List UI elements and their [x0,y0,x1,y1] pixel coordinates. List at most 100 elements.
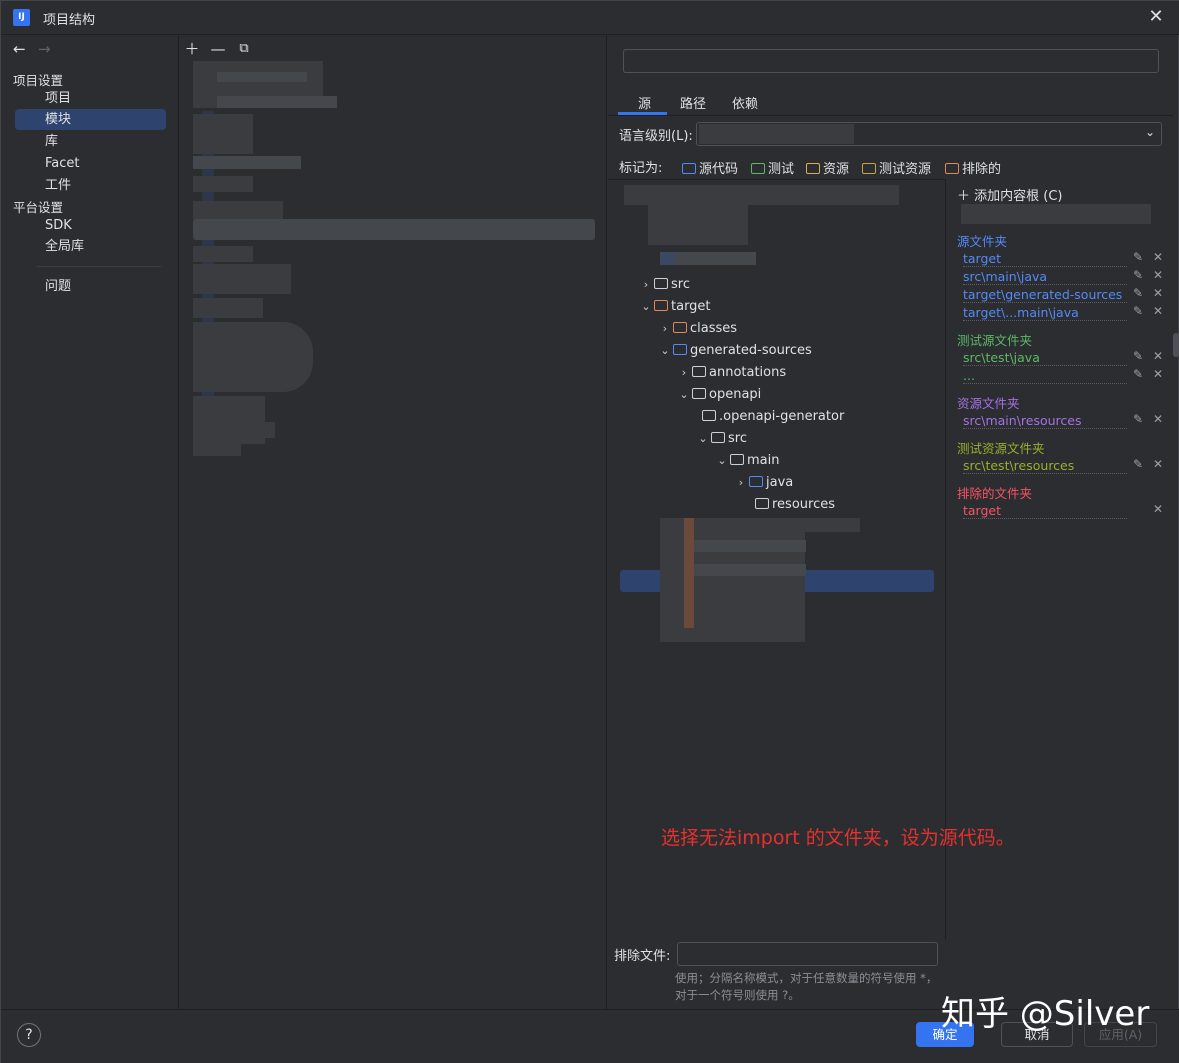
test-folder-icon [751,163,765,174]
mark-resources-label: 资源 [823,162,850,177]
nav-item-project[interactable]: 项目 [15,88,166,109]
copy-icon[interactable]: ⧉ [234,39,254,59]
module-name-input[interactable] [623,49,1159,73]
tree-node-main[interactable]: ⌄ main [714,450,779,472]
source-folder-entry[interactable]: target\generated-sources [963,286,1127,303]
excluded-folder-icon [654,300,668,311]
pencil-icon[interactable]: ✎ [1133,457,1143,471]
pencil-icon[interactable]: ✎ [1133,268,1143,282]
minus-icon[interactable]: — [208,39,228,59]
chevron-right-icon[interactable]: › [676,362,692,384]
pencil-icon[interactable]: ✎ [1133,286,1143,300]
blurred-module-block [217,96,337,108]
chevron-down-icon[interactable]: ⌄ [714,450,730,472]
pencil-icon[interactable]: ✎ [1133,412,1143,426]
nav-divider [37,266,161,267]
pencil-icon[interactable]: ✎ [1133,367,1143,381]
source-folder-entry[interactable]: target\...main\java [963,304,1127,321]
tree-node-generated-sources[interactable]: ⌄ generated-sources [657,340,811,362]
package-folder-icon [755,498,769,509]
nav-item-libraries[interactable]: 库 [15,131,166,152]
test-source-folders-heading: 测试源文件夹 [957,333,1033,348]
tab-dependencies[interactable]: 依赖 [732,93,758,117]
source-folders-heading: 源文件夹 [957,234,1008,249]
chevron-right-icon[interactable]: › [733,472,749,494]
close-icon[interactable]: ✕ [1153,457,1163,471]
nav-item-artifacts[interactable]: 工件 [15,175,166,196]
close-icon[interactable]: ✕ [1153,367,1163,381]
arrow-right-icon[interactable]: → [38,40,51,58]
add-content-root-button[interactable]: ＋ 添加内容根 (C) [957,185,1063,204]
chevron-down-icon[interactable]: ⌄ [657,340,673,362]
mark-test-resources-label: 测试资源 [879,162,932,177]
module-list-panel: ＋ — ⧉ [180,36,607,1009]
test-resource-folders-heading: 测试资源文件夹 [957,441,1045,456]
language-level-label: 语言级别(L): [619,129,693,144]
mark-tests-label: 测试 [768,162,795,177]
mark-tests-button[interactable]: 测试 [751,158,794,177]
blurred-tree-block [686,540,806,552]
mark-excluded-button[interactable]: 排除的 [945,158,1001,177]
source-folder-icon [673,344,687,355]
tree-node-target[interactable]: ⌄ target [638,296,710,318]
source-folder-entry[interactable]: target [963,250,1127,267]
tree-node-java[interactable]: › java [733,472,793,494]
mark-resources-button[interactable]: 资源 [806,158,849,177]
tree-node-annotations[interactable]: › annotations [676,362,786,384]
tree-node-label: src [671,277,690,292]
tree-node-openapi[interactable]: ⌄ openapi [676,384,761,406]
watermark: 知乎 @Silver [941,994,1150,1034]
tree-node-openapi-generator[interactable]: .openapi-generator [702,406,844,428]
resource-entry[interactable]: src\main\resources [963,412,1127,429]
pencil-icon[interactable]: ✎ [1133,250,1143,264]
tree-node-label: .openapi-generator [719,409,845,424]
source-folder-entry[interactable]: src\main\java [963,268,1127,285]
title-bar: IJ 项目结构 ✕ [1,1,1179,35]
mark-sources-button[interactable]: 源代码 [682,158,738,177]
tree-node-label: main [747,453,780,468]
chevron-right-icon[interactable]: › [638,274,654,296]
close-icon[interactable]: ✕ [1153,502,1163,516]
chevron-down-icon[interactable]: ⌄ [676,384,692,406]
test-resource-folder-icon [862,163,876,174]
nav-item-problems[interactable]: 问题 [15,276,166,297]
blurred-module-block [217,72,307,82]
pencil-icon[interactable]: ✎ [1133,349,1143,363]
nav-item-sdk[interactable]: SDK [15,215,166,236]
language-level-select[interactable]: ⌄ [696,122,1162,146]
close-icon[interactable]: ✕ [1153,268,1163,282]
nav-item-global-libraries[interactable]: 全局库 [15,236,166,257]
tree-node-src-selected[interactable]: ⌄ src [695,428,747,450]
close-icon[interactable]: ✕ [1153,349,1163,363]
mark-as-label: 标记为: [619,161,663,176]
scrollbar-thumb[interactable] [1173,333,1179,357]
tree-node-resources[interactable]: resources [755,494,835,516]
close-icon[interactable]: ✕ [1153,412,1163,426]
nav-item-facet[interactable]: Facet [15,153,166,174]
plus-icon[interactable]: ＋ [182,39,202,59]
test-source-entry[interactable]: src\test\java [963,349,1127,366]
module-row-selected[interactable] [193,219,595,240]
close-icon[interactable]: ✕ [1146,7,1166,27]
chevron-down-icon[interactable]: ⌄ [695,428,711,450]
test-source-entry[interactable]: ... [963,367,1127,384]
pencil-icon[interactable]: ✎ [1133,304,1143,318]
close-icon[interactable]: ✕ [1153,250,1163,264]
test-resource-entry[interactable]: src\test\resources [963,457,1127,474]
exclude-files-input[interactable] [677,942,938,966]
tree-node-src[interactable]: › src [638,274,690,296]
mark-test-resources-button[interactable]: 测试资源 [862,158,931,177]
tab-paths[interactable]: 路径 [680,93,706,117]
nav-item-modules[interactable]: 模块 [15,109,166,130]
chevron-down-icon[interactable]: ⌄ [638,296,654,318]
resource-folder-icon [806,163,820,174]
help-button[interactable]: ? [17,1023,41,1047]
tree-node-label: classes [690,321,738,336]
tree-node-classes[interactable]: › classes [657,318,737,340]
arrow-left-icon[interactable]: ← [13,40,26,58]
close-icon[interactable]: ✕ [1153,304,1163,318]
chevron-right-icon[interactable]: › [657,318,673,340]
folder-tree[interactable]: › src ⌄ target › classes ⌄ generated-sources… [608,179,1015,939]
excluded-entry[interactable]: target [963,502,1127,519]
close-icon[interactable]: ✕ [1153,286,1163,300]
